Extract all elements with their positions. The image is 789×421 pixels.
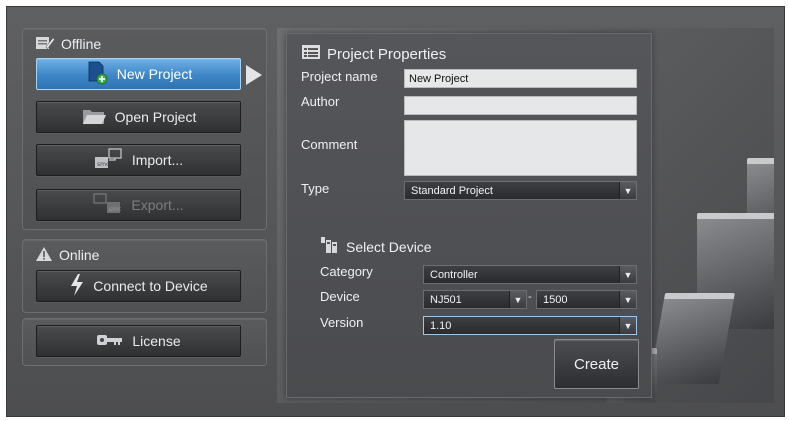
open-project-label: Open Project (114, 109, 197, 125)
license-group: License (22, 318, 267, 366)
device-select[interactable]: NJ501 ▼ (423, 290, 527, 309)
warning-icon (35, 246, 53, 265)
offline-edit-icon (35, 35, 55, 54)
category-select[interactable]: Controller ▼ (423, 265, 637, 284)
chevron-down-icon[interactable]: ▼ (619, 291, 636, 308)
chevron-down-icon[interactable]: ▼ (509, 291, 526, 308)
comment-textarea[interactable] (404, 120, 637, 176)
version-select-value: 1.10 (430, 319, 452, 332)
author-input[interactable] (404, 96, 637, 115)
new-project-icon (85, 61, 109, 88)
author-label: Author (301, 94, 340, 109)
offline-group: Offline New Project Open Project smc Imp… (22, 28, 267, 230)
device-model-select[interactable]: 1500 ▼ (536, 290, 637, 309)
selection-arrow-icon (246, 65, 262, 85)
chevron-down-icon[interactable]: ▼ (619, 317, 636, 334)
scene-block (648, 293, 736, 384)
device-separator: - (528, 291, 532, 303)
comment-label: Comment (301, 137, 358, 152)
type-select[interactable]: Standard Project ▼ (404, 181, 637, 200)
chevron-down-icon[interactable]: ▼ (619, 266, 636, 283)
project-properties-title-text: Project Properties (327, 45, 447, 63)
new-project-button[interactable]: New Project (36, 58, 241, 90)
license-label: License (132, 333, 181, 349)
device-model-select-value: 1500 (543, 293, 568, 306)
import-button[interactable]: smc Import... (36, 144, 241, 176)
version-select[interactable]: 1.10 ▼ (423, 316, 637, 335)
properties-list-icon (301, 44, 321, 64)
folder-icon (81, 106, 107, 129)
export-button[interactable]: smc Export... (36, 189, 241, 221)
chevron-down-icon[interactable]: ▼ (619, 182, 636, 199)
license-button[interactable]: License (36, 325, 241, 357)
export-icon: smc (93, 192, 123, 218)
device-icon (320, 236, 340, 257)
connect-to-device-button[interactable]: Connect to Device (36, 270, 241, 302)
project-name-label: Project name (301, 69, 378, 84)
version-label: Version (320, 315, 364, 330)
connect-label: Connect to Device (93, 278, 208, 294)
select-device-title-text: Select Device (346, 238, 432, 255)
project-name-input[interactable]: New Project (404, 69, 637, 88)
offline-group-title: Offline (35, 35, 101, 53)
project-properties-title: Project Properties (301, 44, 446, 64)
export-label: Export... (131, 197, 184, 213)
device-select-value: NJ501 (430, 293, 462, 306)
type-label: Type (301, 181, 330, 196)
svg-text:smc: smc (109, 206, 121, 213)
new-project-label: New Project (116, 66, 193, 82)
create-button[interactable]: Create (554, 339, 639, 389)
open-project-button[interactable]: Open Project (36, 101, 241, 133)
category-label: Category (320, 264, 373, 279)
key-icon (96, 333, 124, 349)
type-select-value: Standard Project (411, 184, 493, 197)
offline-title-text: Offline (61, 36, 102, 52)
online-title-text: Online (59, 247, 100, 263)
svg-text:smc: smc (97, 161, 109, 168)
import-label: Import... (131, 152, 184, 168)
category-select-value: Controller (430, 268, 478, 281)
online-group-title: Online (35, 246, 99, 264)
device-label: Device (320, 289, 360, 304)
online-group: Online Connect to Device (22, 239, 267, 313)
import-icon: smc (94, 147, 124, 173)
select-device-title: Select Device (320, 236, 432, 257)
lightning-icon (69, 273, 85, 300)
